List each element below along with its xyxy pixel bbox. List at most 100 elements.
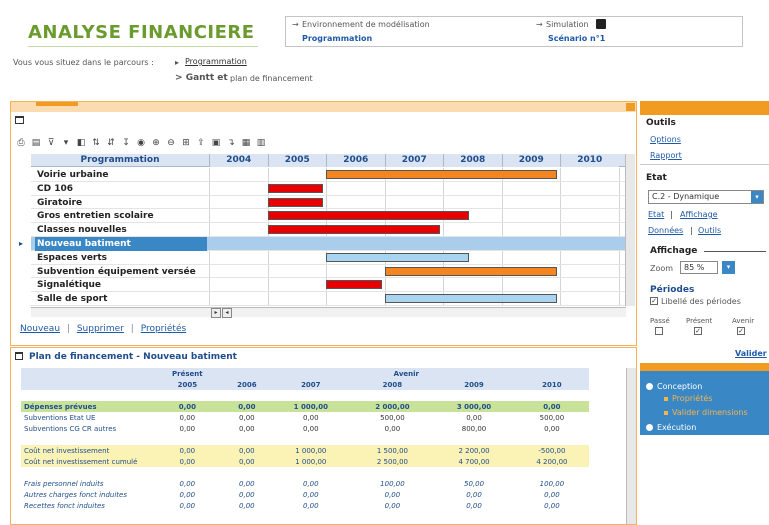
present-checkbox[interactable]: ✓ (694, 327, 702, 335)
side-panel: Outils Options Rapport Etat C.2 - Dynami… (640, 101, 769, 525)
plan-row-label (21, 434, 151, 445)
plan-row: Coût net investissement 0,00 0,00 1 000,00 1… (21, 445, 589, 456)
dropdown-icon[interactable]: ▾ (61, 138, 71, 148)
gantt-links: Nouveau | Supprimer | Propriétés (20, 324, 186, 334)
gantt-bar[interactable] (384, 294, 558, 304)
grid-icon[interactable]: ▦ (241, 138, 251, 148)
save-icon[interactable] (596, 19, 606, 29)
avenir-checkbox[interactable]: ✓ (737, 327, 745, 335)
plan-title: Plan de financement - Nouveau batiment (29, 352, 237, 362)
sort-alpha-icon[interactable]: ↧ (121, 138, 131, 148)
gantt-row-name: Giratoire (37, 197, 83, 208)
header: ANALYSE FINANCIERE → Environnement de mo… (0, 0, 769, 100)
plan-row-label (21, 467, 151, 478)
breadcrumb-link[interactable]: Programmation (185, 57, 247, 66)
chevron-down-icon[interactable]: ▾ (751, 191, 763, 203)
zoom-out-icon[interactable]: ⊖ (166, 138, 176, 148)
panel-tab[interactable] (36, 102, 78, 106)
etat-link[interactable]: Etat (648, 210, 664, 219)
print-icon[interactable]: ⎙ (16, 138, 26, 148)
sim-value-link[interactable]: Scénario n°1 (548, 34, 605, 43)
delete-link[interactable]: Supprimer (77, 324, 124, 334)
fit-icon[interactable]: ⊞ (181, 138, 191, 148)
env-value-link[interactable]: Programmation (302, 34, 372, 43)
window-icon (15, 116, 24, 124)
plan-row (21, 467, 589, 478)
nav-proprietes[interactable]: Propriétés (672, 394, 712, 403)
plan-cell: 2 500,00 (351, 456, 434, 467)
plan-cell: 0,00 (384, 501, 401, 510)
gantt-panel: ⎙ ▤ ⊽ ▾ ◧ ⇅ ⇵ ↧ ◉ ⊕ ⊖ ⊞ ⇪ ▣ ↴ ▦ ▥ Progra… (10, 101, 637, 346)
nav-valider-dimensions[interactable]: Valider dimensions (672, 408, 748, 417)
new-link[interactable]: Nouveau (20, 324, 60, 334)
plan-vertical-scrollbar[interactable] (626, 368, 636, 524)
zoom-value: 85 % (684, 263, 705, 272)
plan-row: Coût net investissement cumulé 0,00 0,00 1 … (21, 456, 589, 467)
bullet-icon (664, 411, 668, 415)
gantt-bar[interactable] (326, 170, 558, 179)
etat-select[interactable]: C.2 - Dynamique ▾ (648, 190, 764, 204)
plan-cell (270, 467, 352, 478)
window-icon (15, 352, 23, 360)
plan-cell: 0,00 (239, 479, 255, 488)
nav-conception[interactable]: Conception (657, 382, 702, 391)
year-header-2006: 2006 (326, 154, 385, 167)
plan-row-label: Subventions Etat UE (24, 413, 96, 422)
divider (704, 251, 766, 252)
rapport-link[interactable]: Rapport (650, 151, 682, 160)
gantt-bar[interactable] (326, 252, 470, 262)
plan-row-label: Dépenses prévues (21, 401, 151, 412)
breadcrumb-last: plan de financement (230, 74, 313, 83)
libelle-checkbox[interactable]: ✓ (650, 297, 658, 305)
zoom-input[interactable]: 85 % (680, 261, 718, 274)
scroll-right-icon[interactable]: ▸ (211, 308, 221, 318)
preview-icon[interactable]: ▤ (31, 138, 41, 148)
calendar-icon[interactable]: ▥ (256, 138, 266, 148)
gantt-bar[interactable] (384, 266, 558, 276)
donnees-link[interactable]: Données (648, 226, 683, 235)
separator: | (670, 210, 673, 219)
gantt-row[interactable] (31, 182, 626, 196)
plan-panel: Plan de financement - Nouveau batiment P… (10, 347, 637, 525)
gantt-horizontal-scrollbar[interactable]: ▸ ◂ (31, 307, 626, 318)
export-icon[interactable]: ⇪ (196, 138, 206, 148)
plan-row-label (21, 390, 151, 401)
plan-cell: 2005 (151, 379, 224, 390)
plan-cell: 2 000,00 (351, 401, 434, 412)
outils-link[interactable]: Outils (698, 226, 721, 235)
plan-cell (352, 434, 434, 445)
nav-execution[interactable]: Exécution (657, 423, 696, 432)
gantt-bar[interactable] (267, 197, 324, 207)
link-icon[interactable]: ↴ (226, 138, 236, 148)
app-title: ANALYSE FINANCIERE (28, 22, 255, 43)
sort-desc-icon[interactable]: ⇵ (106, 138, 116, 148)
plan-cell: 500,00 (539, 413, 565, 422)
plan-cell: 0,00 (466, 490, 482, 499)
gantt-row[interactable] (31, 196, 626, 210)
gantt-bar[interactable] (267, 225, 441, 235)
gantt-bar[interactable] (267, 183, 324, 193)
affichage-link[interactable]: Affichage (680, 210, 718, 219)
highlight-icon[interactable]: ◧ (76, 138, 86, 148)
gantt-vertical-scrollbar[interactable] (625, 154, 635, 306)
year-header-2009: 2009 (501, 154, 560, 167)
execution-icon (646, 424, 653, 431)
sort-asc-icon[interactable]: ⇅ (91, 138, 101, 148)
zoom-in-icon[interactable]: ⊕ (151, 138, 161, 148)
filter-icon[interactable]: ⊽ (46, 138, 56, 148)
scroll-left-icon[interactable]: ◂ (222, 308, 232, 318)
zoom-dropdown-icon[interactable]: ▾ (722, 261, 735, 274)
valider-button[interactable]: Valider (735, 349, 767, 358)
gantt-bar[interactable] (326, 280, 382, 290)
plan-cell (433, 390, 515, 401)
properties-link[interactable]: Propriétés (141, 324, 186, 334)
gantt-bar[interactable] (267, 211, 470, 221)
plan-row: 2005 2006 2007 2008 2009 2010 (21, 379, 589, 390)
options-link[interactable]: Options (650, 135, 681, 144)
passe-checkbox[interactable] (655, 327, 663, 335)
color-icon[interactable]: ◉ (136, 138, 146, 148)
plan-cell (151, 467, 224, 478)
doc-icon[interactable]: ▣ (211, 138, 221, 148)
panel-collapse-icon[interactable] (626, 103, 635, 111)
plan-cell: 0,00 (466, 501, 482, 510)
